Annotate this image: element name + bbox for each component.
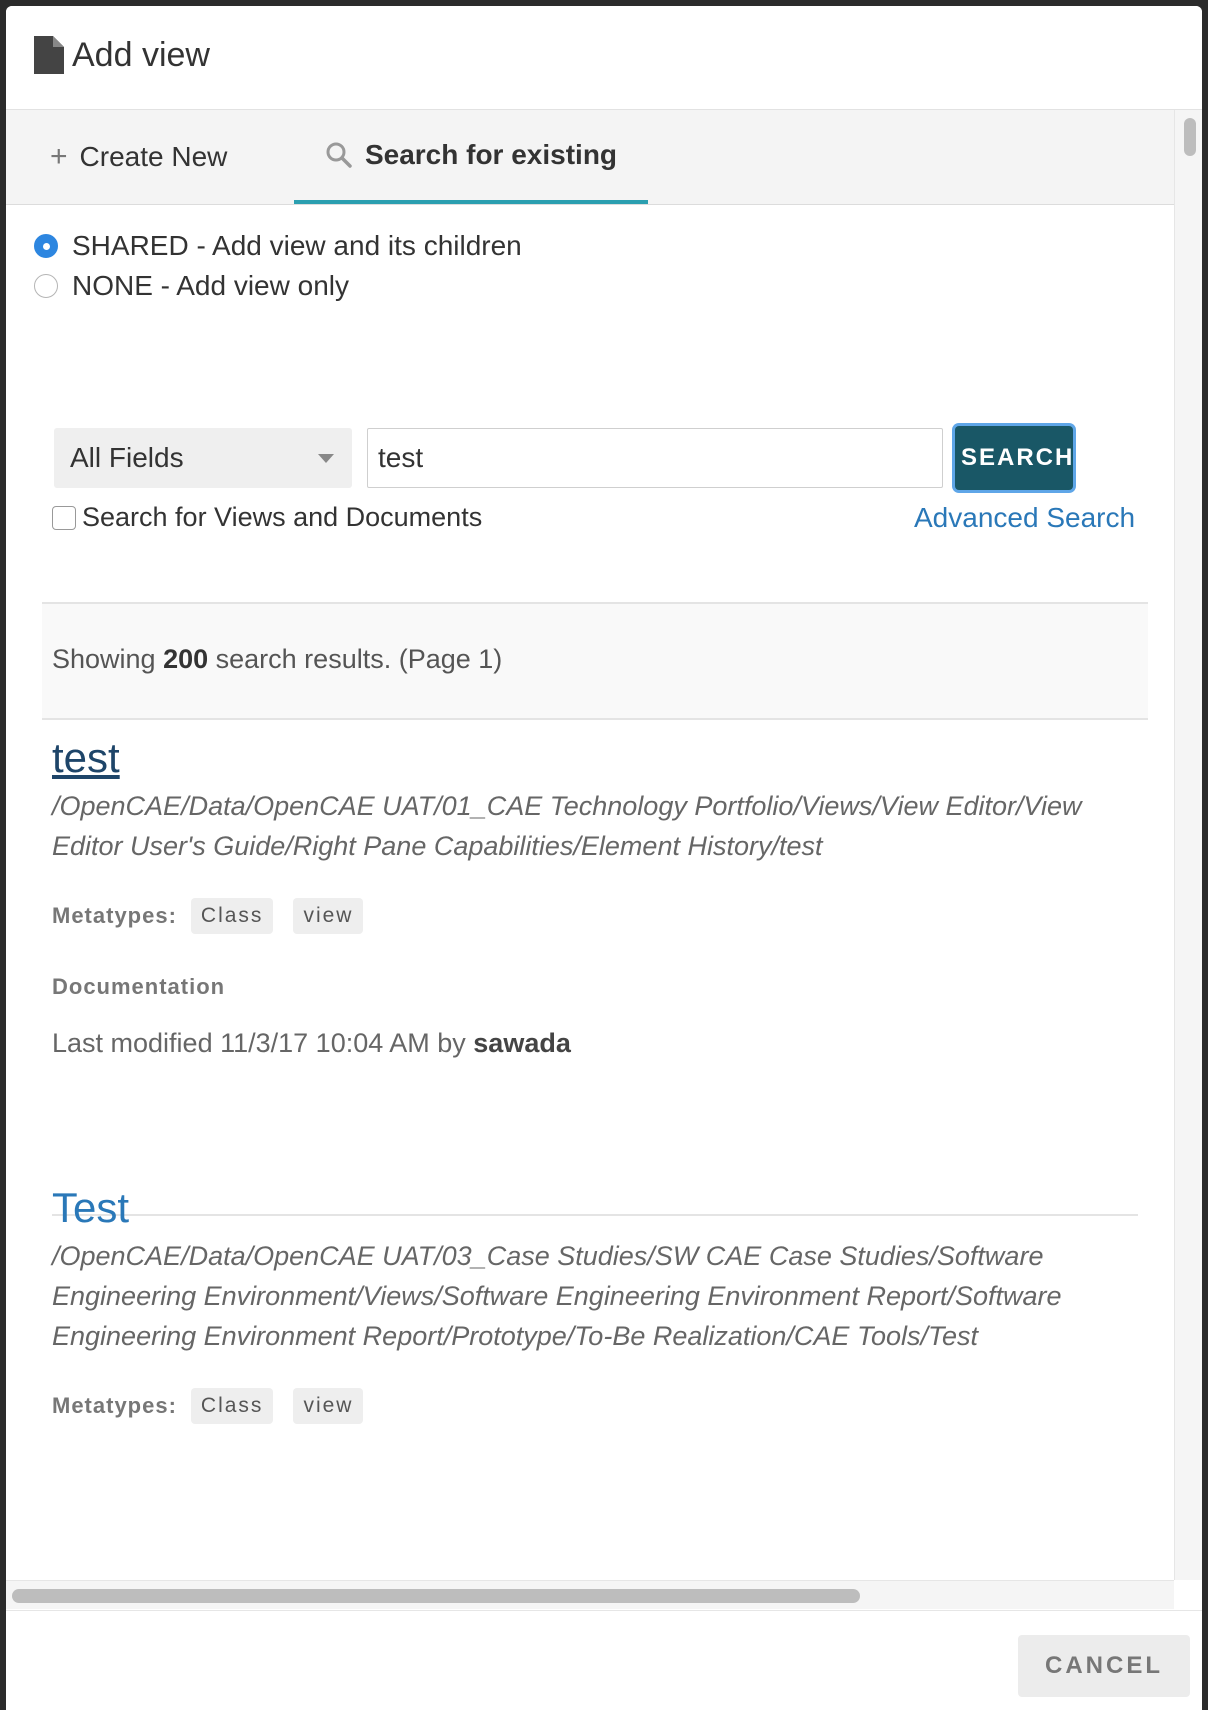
- result-metatypes: Metatypes: Class view: [52, 1388, 1132, 1424]
- last-modified: Last modified 11/3/17 10:04 AM by sawada: [52, 1028, 1132, 1059]
- dialog-body: + Create New Search for existing SHARED …: [6, 110, 1174, 1580]
- summary-suffix: search results. (Page 1): [208, 644, 503, 674]
- search-input[interactable]: [367, 428, 943, 488]
- result-path: /OpenCAE/Data/OpenCAE UAT/03_Case Studie…: [52, 1241, 1062, 1351]
- add-view-dialog: Add view + Create New Search for existin…: [6, 6, 1202, 1710]
- tab-create-new[interactable]: + Create New: [50, 110, 227, 204]
- views-documents-label: Search for Views and Documents: [82, 502, 483, 532]
- search-icon: [326, 142, 352, 168]
- radio-shared[interactable]: [34, 234, 58, 258]
- metatypes-label: Metatypes:: [52, 1393, 177, 1418]
- tab-create-new-label: Create New: [79, 141, 228, 172]
- views-documents-checkbox[interactable]: [52, 505, 76, 530]
- tab-search-existing-label: Search for existing: [364, 139, 618, 170]
- option-none[interactable]: NONE - Add view only: [34, 270, 349, 302]
- result-count: 200: [163, 644, 209, 674]
- tab-search-existing[interactable]: Search for existing: [294, 110, 648, 204]
- last-modified-prefix: Last modified 11/3/17 10:04 AM by: [52, 1028, 474, 1058]
- plus-icon: +: [50, 140, 68, 173]
- option-shared-label: SHARED - Add view and its children: [72, 230, 522, 261]
- search-result: test /OpenCAE/Data/OpenCAE UAT/01_CAE Te…: [52, 732, 1132, 1059]
- search-button[interactable]: SEARCH: [955, 426, 1073, 490]
- metatype-badge: view: [293, 1388, 364, 1424]
- advanced-search-link[interactable]: Advanced Search: [914, 502, 1135, 534]
- metatype-badge: Class: [190, 1388, 274, 1424]
- metatypes-label: Metatypes:: [52, 903, 177, 928]
- result-metatypes: Metatypes: Class view: [52, 898, 1132, 934]
- result-path: /OpenCAE/Data/OpenCAE UAT/01_CAE Technol…: [52, 791, 1082, 861]
- views-documents-option[interactable]: Search for Views and Documents: [52, 502, 482, 533]
- documentation-label: Documentation: [52, 974, 226, 999]
- result-title-link[interactable]: test: [52, 732, 120, 784]
- metatype-badge: view: [293, 898, 364, 934]
- search-field-dropdown[interactable]: All Fields: [54, 428, 352, 488]
- document-icon: [34, 36, 64, 74]
- option-shared[interactable]: SHARED - Add view and its children: [34, 230, 522, 262]
- cancel-button[interactable]: CANCEL: [1018, 1635, 1190, 1697]
- vertical-scrollbar[interactable]: [1174, 110, 1202, 1580]
- results-summary-text: Showing 200 search results. (Page 1): [52, 644, 502, 675]
- modified-by: sawada: [473, 1028, 571, 1058]
- tab-bar: + Create New Search for existing: [6, 110, 1174, 205]
- dialog-header: Add view: [6, 6, 1202, 110]
- radio-none[interactable]: [34, 274, 58, 298]
- results-summary: Showing 200 search results. (Page 1): [42, 602, 1148, 720]
- horizontal-scrollbar[interactable]: [6, 1580, 1174, 1609]
- summary-prefix: Showing: [52, 644, 164, 674]
- search-result: Test /OpenCAE/Data/OpenCAE UAT/03_Case S…: [52, 1182, 1132, 1424]
- metatype-badge: Class: [190, 898, 274, 934]
- option-none-label: NONE - Add view only: [72, 270, 349, 301]
- horizontal-scroll-thumb[interactable]: [12, 1589, 860, 1603]
- dialog-title: Add view: [72, 36, 210, 74]
- result-title-link[interactable]: Test: [52, 1182, 129, 1234]
- chevron-down-icon: [318, 454, 334, 463]
- search-field-value: All Fields: [70, 442, 184, 473]
- vertical-scroll-thumb[interactable]: [1184, 118, 1196, 156]
- dialog-footer: CANCEL: [6, 1610, 1202, 1710]
